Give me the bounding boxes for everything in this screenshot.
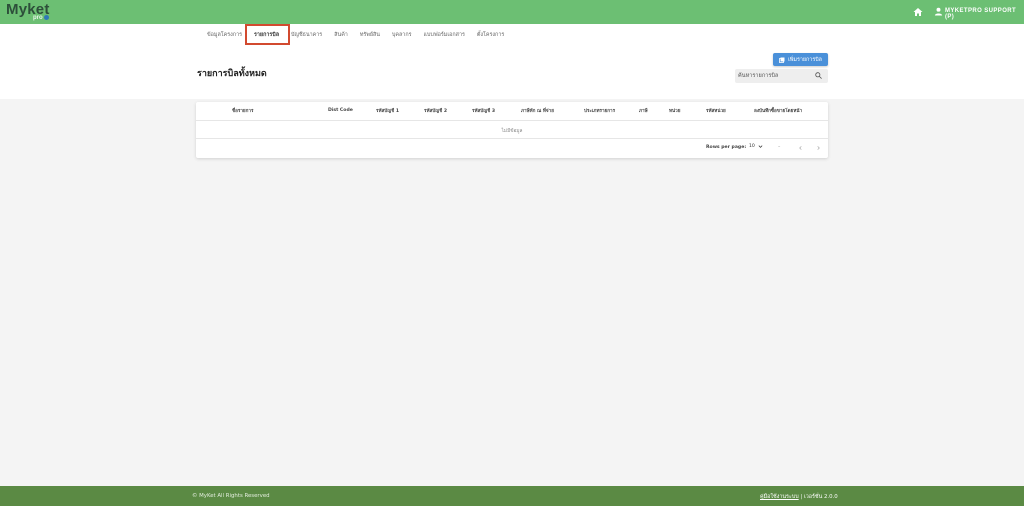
footer-info: คู่มือใช้งานระบบ | เวอร์ชั่น 2.0.0: [760, 493, 838, 501]
col-account-1[interactable]: รหัสบัญชี 1: [376, 108, 399, 115]
table-header: ชื่อรายการ Dist Code รหัสบัญชี 1 รหัสบัญ…: [196, 102, 828, 121]
user-menu[interactable]: MYKETPRO SUPPORT (P): [945, 8, 1024, 20]
logo-text: Myket: [6, 1, 50, 18]
col-unit-code[interactable]: รหัสหน่วย: [706, 108, 726, 115]
nav-project-settings[interactable]: ตั้งโครงการ: [477, 31, 504, 43]
prev-page-icon[interactable]: [798, 145, 803, 151]
page-range: –: [778, 145, 781, 150]
footer: © MyKet All Rights Reserved คู่มือใช้งาน…: [0, 486, 1024, 506]
col-account-3[interactable]: รหัสบัญชี 3: [472, 108, 495, 115]
nav-assets[interactable]: ทรัพย์สิน: [360, 31, 380, 43]
user-icon[interactable]: [934, 7, 943, 16]
user-manual-link[interactable]: คู่มือใช้งานระบบ: [760, 494, 799, 500]
col-account-2[interactable]: รหัสบัญชี 2: [424, 108, 447, 115]
search-input[interactable]: [738, 71, 808, 81]
pagination: Rows per page: 10 –: [196, 139, 828, 158]
empty-message: ไม่มีข้อมูล: [501, 129, 523, 134]
version-text: | เวอร์ชั่น 2.0.0: [800, 494, 838, 500]
add-bill-button[interactable]: เพิ่มรายการบิล: [773, 53, 828, 66]
col-dist-code[interactable]: Dist Code: [328, 108, 353, 113]
empty-row: ไม่มีข้อมูล: [196, 121, 828, 139]
home-icon[interactable]: [913, 7, 923, 17]
search-icon[interactable]: [815, 72, 822, 79]
top-bar: Myket pro MYKETPRO SUPPORT (P): [0, 0, 1024, 24]
page-title: รายการบิลทั้งหมด: [197, 69, 267, 79]
col-tax[interactable]: ภาษี: [639, 108, 648, 115]
rows-per-page-select[interactable]: 10: [749, 144, 763, 149]
rows-per-page-value: 10: [749, 144, 755, 149]
nav-products[interactable]: สินค้า: [334, 31, 348, 43]
logo[interactable]: Myket pro: [6, 1, 50, 22]
col-item-name[interactable]: ชื่อรายการ: [232, 108, 253, 115]
logo-subtext: pro: [33, 15, 43, 21]
nav-bank-accounts[interactable]: บัญชีธนาคาร: [291, 31, 322, 43]
nav-document-forms[interactable]: แบบฟอร์มเอกสาร: [424, 31, 465, 43]
col-unit[interactable]: หน่วย: [669, 108, 680, 115]
add-item-icon: [779, 57, 785, 63]
logo-dot-icon: [44, 15, 49, 20]
nav-project-info[interactable]: ข้อมูลโครงการ: [207, 31, 242, 43]
search-box: [735, 69, 828, 83]
rows-per-page-label: Rows per page:: [706, 145, 747, 150]
col-item-type[interactable]: ประเภทรายการ: [584, 108, 615, 115]
chevron-down-icon: [758, 145, 763, 148]
copyright-text: © MyKet All Rights Reserved: [192, 493, 270, 499]
col-withholding-tax[interactable]: ภาษีหัก ณ ที่จ่าย: [521, 108, 554, 115]
bills-table: ชื่อรายการ Dist Code รหัสบัญชี 1 รหัสบัญ…: [196, 102, 828, 158]
next-page-icon[interactable]: [816, 145, 821, 151]
col-record-page[interactable]: ลงบันทึกซื้อขายโดยหน้า: [754, 108, 802, 115]
active-tab-highlight: [245, 24, 290, 45]
add-bill-label: เพิ่มรายการบิล: [788, 56, 822, 63]
nav-staff[interactable]: บุคลากร: [392, 31, 412, 43]
